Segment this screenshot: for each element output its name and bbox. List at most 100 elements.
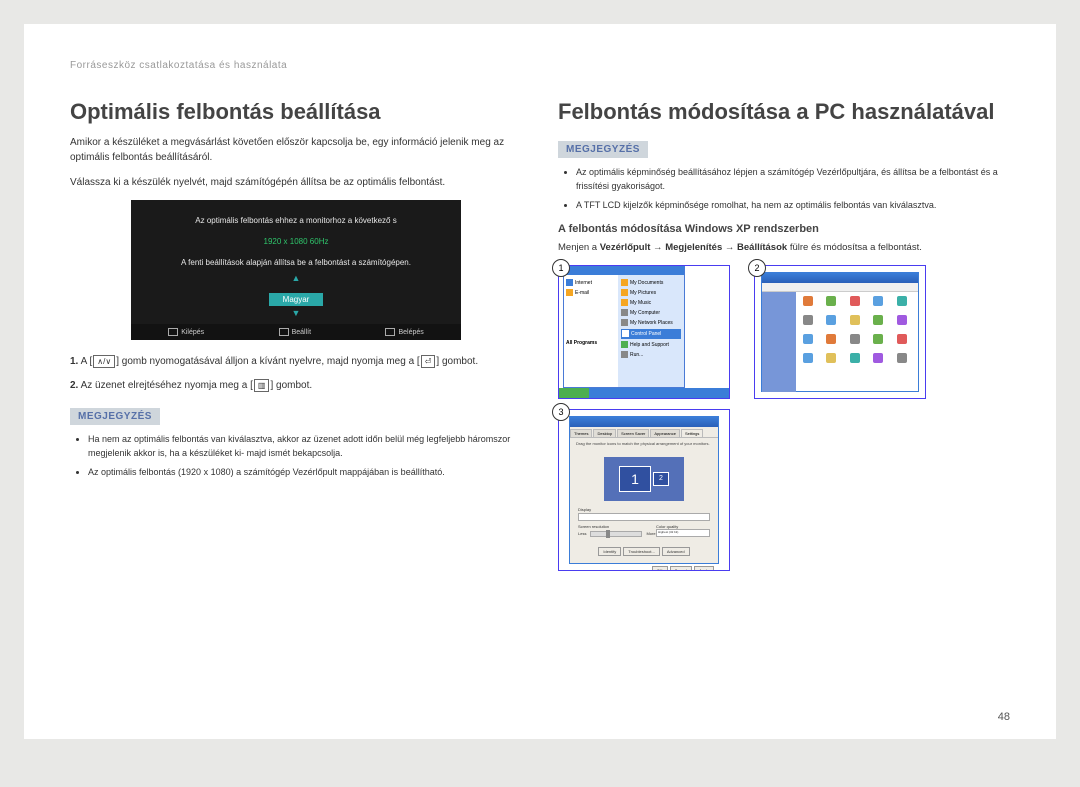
osd-screenshot: Az optimális felbontás ehhez a monitorho… bbox=[131, 200, 461, 340]
folder-icon bbox=[621, 279, 628, 286]
osd-language-value: Magyar bbox=[269, 293, 324, 306]
note-item: Az optimális felbontás (1920 x 1080) a s… bbox=[88, 466, 522, 480]
triangle-up-icon: ▲ bbox=[131, 273, 461, 283]
color-dropdown: Highest (32 bit) bbox=[656, 529, 710, 537]
menu-label: Control Panel bbox=[631, 331, 661, 337]
display-label: Display bbox=[578, 507, 710, 512]
screenshot-3-wrap: 3 Themes Desktop Screen Saver Appearance… bbox=[558, 409, 730, 571]
cp-icon bbox=[824, 353, 839, 368]
cp-icon bbox=[824, 315, 839, 330]
slider-less-label: Less bbox=[578, 531, 586, 536]
folder-icon bbox=[621, 289, 628, 296]
control-panel-screenshot bbox=[754, 265, 926, 399]
cp-icon bbox=[847, 296, 862, 311]
menu-label: My Computer bbox=[630, 310, 660, 316]
tab-screensaver: Screen Saver bbox=[617, 429, 649, 437]
menu-label: E-mail bbox=[575, 290, 589, 296]
step-text: ] gombot. bbox=[270, 380, 312, 391]
manual-page: Forráseszköz csatlakoztatása és használa… bbox=[24, 24, 1056, 739]
cp-icon bbox=[871, 315, 886, 330]
start-button bbox=[559, 388, 589, 398]
screenshot-1-wrap: 1 Internet E-mail All Programs My Docume… bbox=[558, 265, 730, 399]
note-list: Az optimális képminőség beállításához lé… bbox=[558, 166, 1010, 213]
menu-label: Run... bbox=[630, 352, 643, 358]
step-number-badge: 3 bbox=[552, 403, 570, 421]
cp-icon bbox=[871, 353, 886, 368]
navigation-path: Menjen a Vezérlőpult → Megjelenítés → Be… bbox=[558, 241, 1010, 255]
cp-icon bbox=[824, 334, 839, 349]
start-menu-screenshot: Internet E-mail All Programs My Document… bbox=[558, 265, 730, 399]
start-menu-right: My Documents My Pictures My Music My Com… bbox=[618, 275, 684, 387]
cancel-button: Cancel bbox=[670, 566, 692, 571]
triangle-down-icon: ▼ bbox=[131, 308, 461, 318]
osd-footer: Kilépés Beállít Belépés bbox=[131, 324, 461, 340]
step-1: 1. A [∧/∨] gomb nyomogatásával álljon a … bbox=[70, 354, 522, 370]
control-panel-icons bbox=[796, 292, 918, 392]
subheading: A felbontás módosítása Windows XP rendsz… bbox=[558, 223, 1010, 235]
control-panel-highlighted: Control Panel bbox=[621, 329, 681, 339]
osd-text: A fenti beállítások alapján állítsa be a… bbox=[131, 252, 461, 273]
menu-label: My Documents bbox=[630, 280, 663, 286]
start-menu-left: Internet E-mail All Programs bbox=[564, 275, 618, 387]
screenshot-2-wrap: 2 bbox=[754, 265, 926, 399]
run-icon bbox=[621, 351, 628, 358]
folder-icon bbox=[621, 299, 628, 306]
path-bold: Vezérlőpult bbox=[600, 242, 651, 253]
dialog-buttons: OK Cancel Apply bbox=[570, 562, 718, 571]
monitor-1-icon: 1 bbox=[619, 466, 651, 492]
cp-icon bbox=[871, 296, 886, 311]
display-dropdown bbox=[578, 513, 710, 521]
cp-icon bbox=[824, 296, 839, 311]
tab-themes: Themes bbox=[570, 429, 592, 437]
dialog-controls: Display Screen resolution Less More bbox=[570, 505, 718, 562]
cp-icon bbox=[800, 334, 815, 349]
advanced-button: Advanced bbox=[662, 547, 690, 556]
left-column: Optimális felbontás beállítása Amikor a … bbox=[70, 99, 522, 709]
cp-icon bbox=[894, 353, 909, 368]
arrow-icon: → bbox=[722, 242, 737, 253]
cp-icon bbox=[894, 315, 909, 330]
troubleshoot-button: Troubleshoot... bbox=[623, 547, 660, 556]
menu-label: My Network Places bbox=[630, 320, 673, 326]
monitor-2-icon: 2 bbox=[653, 472, 669, 486]
cp-icon bbox=[894, 334, 909, 349]
menu-label: My Pictures bbox=[630, 290, 656, 296]
osd-enter-label: Belépés bbox=[385, 328, 423, 336]
network-icon bbox=[621, 319, 628, 326]
path-bold: Megjelenítés bbox=[665, 242, 722, 253]
osd-text: Az optimális felbontás ehhez a monitorho… bbox=[131, 210, 461, 231]
osd-exit-label: Kilépés bbox=[168, 328, 204, 336]
computer-icon bbox=[621, 309, 628, 316]
enter-key-icon: ⏎ bbox=[421, 355, 436, 368]
dialog-tabs: Themes Desktop Screen Saver Appearance S… bbox=[570, 427, 718, 438]
menu-label: Internet bbox=[575, 280, 592, 286]
ok-button: OK bbox=[652, 566, 668, 571]
tab-settings: Settings bbox=[681, 429, 703, 437]
note-item: A TFT LCD kijelzők képminősége romolhat,… bbox=[576, 199, 1010, 213]
start-menu: Internet E-mail All Programs My Document… bbox=[563, 265, 685, 388]
step-text: ] gombot. bbox=[436, 356, 478, 367]
dialog: Themes Desktop Screen Saver Appearance S… bbox=[569, 416, 719, 564]
tab-appearance: Appearance bbox=[650, 429, 680, 437]
control-panel-icon bbox=[622, 330, 629, 337]
window-toolbar bbox=[762, 283, 918, 292]
display-properties-screenshot: Themes Desktop Screen Saver Appearance S… bbox=[558, 409, 730, 571]
note-list: Ha nem az optimális felbontás van kivála… bbox=[70, 433, 522, 480]
up-down-key-icon: ∧/∨ bbox=[93, 355, 115, 368]
cp-icon bbox=[800, 296, 815, 311]
monitor-preview: 1 2 bbox=[604, 457, 684, 501]
cp-icon bbox=[871, 334, 886, 349]
mail-icon bbox=[566, 289, 573, 296]
note-item: Az optimális képminőség beállításához lé… bbox=[576, 166, 1010, 193]
menu-key-icon: ▥ bbox=[254, 379, 270, 392]
cp-icon bbox=[847, 315, 862, 330]
step-text: A [ bbox=[81, 356, 93, 367]
note-item: Ha nem az optimális felbontás van kivála… bbox=[88, 433, 522, 460]
osd-language-select: ▲ Magyar ▼ bbox=[131, 273, 461, 318]
ie-icon bbox=[566, 279, 573, 286]
path-text: fülre és módosítsa a felbontást. bbox=[787, 242, 922, 253]
cp-icon bbox=[847, 334, 862, 349]
cp-icon bbox=[800, 353, 815, 368]
right-column: Felbontás módosítása a PC használatával … bbox=[558, 99, 1010, 709]
step-number-badge: 2 bbox=[748, 259, 766, 277]
